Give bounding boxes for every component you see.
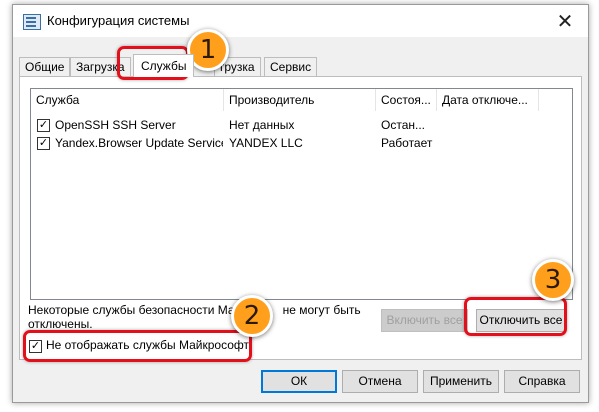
column-header-service[interactable]: Служба bbox=[31, 89, 224, 111]
service-vendor: YANDEX LLC bbox=[229, 136, 303, 150]
service-status: Остан... bbox=[381, 118, 425, 132]
service-row[interactable]: ✓ Yandex.Browser Update Service YANDEX L… bbox=[31, 134, 572, 152]
note-line2: отключены. bbox=[28, 317, 93, 331]
ok-button[interactable]: ОК bbox=[261, 370, 337, 393]
service-name: Yandex.Browser Update Service bbox=[55, 136, 223, 150]
service-status: Работает bbox=[381, 136, 433, 150]
service-name: OpenSSH SSH Server bbox=[55, 118, 176, 132]
close-button[interactable]: ✕ bbox=[542, 5, 588, 37]
column-header-disable-date[interactable]: Дата отключе... bbox=[437, 89, 539, 111]
cancel-button[interactable]: Отмена bbox=[342, 370, 418, 393]
services-list[interactable]: Служба Производитель Состоя... Дата откл… bbox=[30, 88, 573, 300]
enable-all-button[interactable]: Включить все bbox=[381, 309, 468, 332]
step-badge: 3 bbox=[532, 259, 574, 301]
service-vendor: Нет данных bbox=[229, 118, 295, 132]
apply-button[interactable]: Применить bbox=[423, 370, 499, 393]
system-config-window: Конфигурация системы ✕ Общие Загрузка Сл… bbox=[12, 4, 589, 403]
column-header-status[interactable]: Состоя... bbox=[376, 89, 437, 111]
service-checkbox[interactable]: ✓ bbox=[37, 119, 50, 132]
disable-all-button[interactable]: Отключить все bbox=[476, 309, 566, 332]
hide-microsoft-services-checkbox[interactable]: ✓ bbox=[29, 340, 42, 353]
note-line1-start: Некоторые службы безопасности Майк bbox=[28, 303, 247, 317]
service-row[interactable]: ✓ OpenSSH SSH Server Нет данных Остан... bbox=[31, 116, 572, 134]
tab-services[interactable]: Службы bbox=[133, 54, 195, 77]
title-bar: Конфигурация системы ✕ bbox=[13, 5, 588, 37]
tab-boot[interactable]: Загрузка bbox=[70, 57, 131, 76]
tab-tools[interactable]: Сервис bbox=[264, 57, 318, 76]
msconfig-app-icon bbox=[23, 14, 41, 30]
services-list-header: Служба Производитель Состоя... Дата откл… bbox=[31, 89, 572, 111]
security-services-note: Некоторые службы безопасности Майк не мог… bbox=[28, 303, 368, 331]
hide-microsoft-services-label[interactable]: Не отображать службы Майкрософт bbox=[46, 338, 249, 352]
service-checkbox[interactable]: ✓ bbox=[37, 137, 50, 150]
services-panel: Служба Производитель Состоя... Дата откл… bbox=[19, 76, 582, 360]
tab-general[interactable]: Общие bbox=[19, 57, 71, 76]
window-title: Конфигурация системы bbox=[47, 13, 190, 28]
step-badge: 2 bbox=[231, 295, 273, 337]
note-line1-end: не могут быть bbox=[282, 303, 361, 317]
column-header-vendor[interactable]: Производитель bbox=[224, 89, 376, 111]
help-button[interactable]: Справка bbox=[504, 370, 580, 393]
